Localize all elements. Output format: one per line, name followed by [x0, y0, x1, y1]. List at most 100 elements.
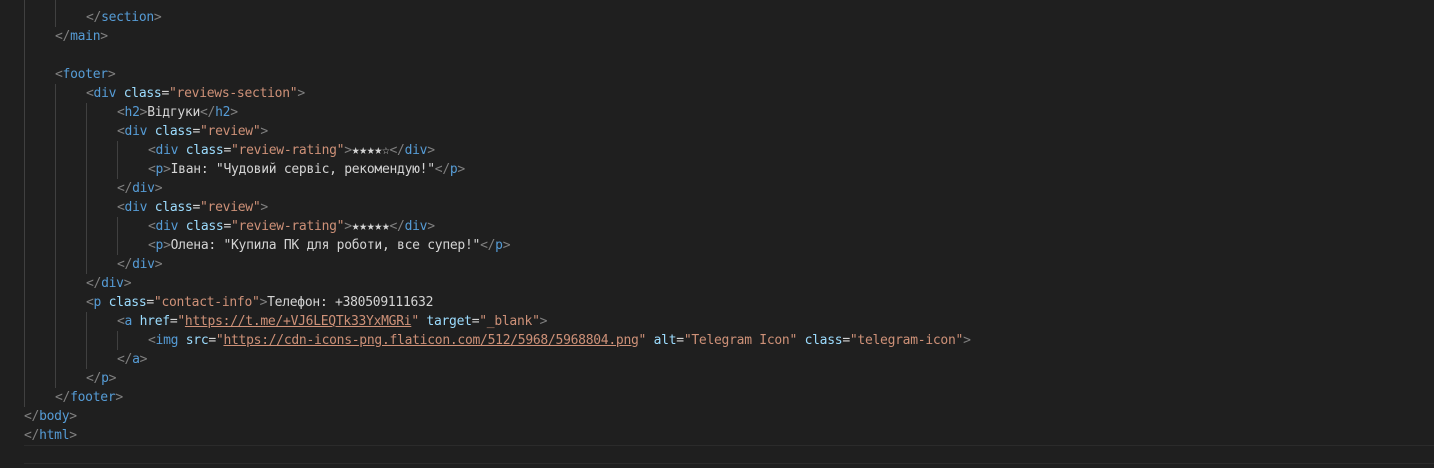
code-token-eq: =	[842, 333, 850, 348]
code-token-attr: class	[185, 219, 224, 234]
code-token-br: >	[107, 67, 116, 82]
code-line[interactable]: <p>Олена: "Купила ПК для роботи, все суп…	[24, 236, 511, 255]
indent-guide	[86, 312, 87, 369]
code-line[interactable]: <a href="https://t.me/+VJ6LEQTk33YxMGRi"…	[24, 312, 547, 331]
code-token-br: </	[86, 371, 102, 386]
code-token-tag: section	[101, 10, 154, 25]
code-token-url[interactable]: https://t.me/+VJ6LEQTk33YxMGRi	[185, 314, 412, 329]
code-token-br: </	[117, 181, 133, 196]
code-token-str: "	[411, 314, 419, 329]
code-line[interactable]: </footer>	[24, 388, 123, 407]
code-token-attr: alt	[653, 333, 677, 348]
code-token-attr: class	[154, 200, 193, 215]
code-line[interactable]: <div class="reviews-section">	[24, 84, 305, 103]
code-token-br: >	[427, 143, 435, 158]
code-line[interactable]: </body>	[24, 407, 77, 426]
code-line[interactable]: <div class="review">	[24, 198, 268, 217]
code-token-br: >	[108, 371, 117, 386]
indent-guide	[24, 0, 25, 407]
code-line[interactable]: </div>	[24, 255, 163, 274]
code-token-br: <	[117, 124, 125, 139]
code-line[interactable]: </div>	[24, 274, 132, 293]
code-line[interactable]: <p>Іван: "Чудовий сервіс, рекомендую!"</…	[24, 160, 465, 179]
code-token-attr: class	[154, 124, 193, 139]
code-token-br: <	[117, 200, 125, 215]
indent-guide	[117, 331, 118, 350]
code-token-br: <	[148, 143, 156, 158]
code-line[interactable]: </main>	[24, 27, 108, 46]
code-token-tag: html	[39, 428, 70, 443]
code-token-str: "telegram-icon"	[849, 333, 964, 348]
indent-guide	[55, 84, 56, 388]
code-token-eq: =	[208, 333, 216, 348]
code-token-tag: div	[93, 86, 117, 101]
code-token-br: >	[154, 181, 163, 196]
code-token-tag: div	[132, 181, 155, 196]
code-token-br: </	[86, 10, 102, 25]
code-token-br: </	[389, 143, 405, 158]
code-token-br: <	[55, 67, 63, 82]
code-token-tag: div	[101, 276, 124, 291]
code-token-br: >	[153, 10, 162, 25]
code-token-attr: class	[123, 86, 162, 101]
code-editor[interactable]: </section> </main> <footer> <div class="rev…	[0, 0, 1434, 468]
code-token-attr: target	[426, 314, 472, 329]
code-token-br: >	[115, 390, 123, 405]
code-line[interactable]: </p>	[24, 369, 116, 388]
code-token-br: </	[480, 238, 496, 253]
code-token-br: </	[117, 257, 133, 272]
code-token-tag: div	[404, 219, 428, 234]
code-token-br: </	[55, 29, 71, 44]
code-token-tag: div	[124, 124, 148, 139]
code-token-tag: div	[124, 200, 148, 215]
code-token-txt: Телефон: +380509111632	[267, 295, 434, 310]
code-token-br: </	[55, 390, 71, 405]
code-token-txt: ★★★★★	[351, 219, 390, 234]
code-token-br: >	[139, 352, 148, 367]
code-token-attr: class	[804, 333, 843, 348]
code-token-eq: =	[161, 86, 170, 101]
code-line[interactable]: <p class="contact-info">Телефон: +380509…	[24, 293, 433, 312]
code-token-attr: class	[108, 295, 147, 310]
code-token-br: >	[69, 409, 77, 424]
code-token-br: >	[539, 314, 548, 329]
code-token-tag: footer	[70, 390, 116, 405]
code-token-tag: div	[155, 219, 179, 234]
code-token-txt: Іван: "Чудовий сервіс, рекомендую!"	[170, 162, 435, 177]
code-line[interactable]: </div>	[24, 179, 163, 198]
indent-guide	[117, 141, 118, 179]
code-token-tag: p	[101, 371, 109, 386]
code-line[interactable]: <div class="review">	[24, 122, 268, 141]
code-token-br: >	[260, 200, 268, 215]
indent-guide	[86, 103, 87, 274]
code-token-br: >	[344, 219, 352, 234]
code-token-eq: =	[146, 295, 154, 310]
code-token-tag: p	[93, 295, 102, 310]
code-token-br: <	[117, 314, 125, 329]
code-token-br: >	[230, 105, 238, 120]
code-token-str: "	[177, 314, 185, 329]
code-token-str: "review"	[200, 200, 261, 215]
code-token-br: <	[148, 238, 156, 253]
code-token-br: <	[148, 162, 156, 177]
code-token-tag: a	[124, 314, 133, 329]
code-line[interactable]: <img src="https://cdn-icons-png.flaticon…	[24, 331, 971, 350]
code-token-txt: Відгуки	[147, 105, 201, 120]
code-token-tag: div	[155, 143, 179, 158]
code-token-br: <	[86, 86, 94, 101]
code-token-str: "review"	[200, 124, 261, 139]
code-line[interactable]: </html>	[24, 426, 77, 445]
code-token-tag: body	[39, 409, 70, 424]
code-token-br: </	[24, 428, 40, 443]
code-line[interactable]: <footer>	[24, 65, 116, 84]
code-line[interactable]	[24, 445, 1434, 464]
code-line[interactable]: <h2>Відгуки</h2>	[24, 103, 238, 122]
code-line[interactable]: </section>	[24, 8, 162, 27]
code-token-url[interactable]: https://cdn-icons-png.flaticon.com/512/5…	[223, 333, 638, 348]
code-token-eq: =	[192, 124, 201, 139]
code-token-br: >	[457, 162, 465, 177]
